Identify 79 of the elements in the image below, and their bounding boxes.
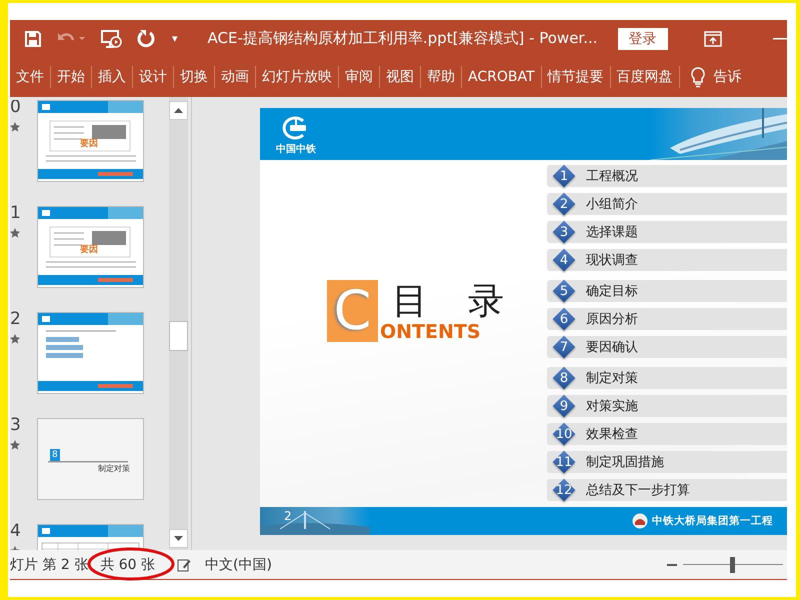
thumbnail-label: 要因 xyxy=(80,138,98,150)
ribbon-tab[interactable]: 审阅 xyxy=(339,66,380,88)
item-number: 7 xyxy=(552,336,576,358)
item-number: 3 xyxy=(552,221,576,243)
item-number: 9 xyxy=(552,395,576,417)
minimize-icon[interactable] xyxy=(773,36,787,40)
animation-star-icon xyxy=(10,122,20,132)
scroll-up-button[interactable] xyxy=(169,101,188,120)
repeat-icon[interactable] xyxy=(136,28,156,48)
item-number: 6 xyxy=(552,308,576,330)
animation-star-icon xyxy=(10,228,20,238)
customize-menu[interactable]: ▾ xyxy=(172,32,178,45)
ribbon-tab[interactable]: ACROBAT xyxy=(462,66,542,88)
animation-star-icon xyxy=(10,334,20,344)
item-number: 11 xyxy=(552,451,576,473)
ribbon-tab[interactable]: 设计 xyxy=(133,66,174,88)
ribbon-display-icon[interactable] xyxy=(704,30,722,46)
ribbon-tab[interactable]: 幻灯片放映 xyxy=(256,66,339,88)
language-indicator[interactable]: 中文(中国) xyxy=(204,556,272,574)
company-name: 中铁大桥局集团第一工程 xyxy=(652,514,773,528)
slide-title: 目 xyxy=(392,282,428,322)
slide-number: 3 xyxy=(10,418,21,432)
tell-me-field[interactable]: 告诉 xyxy=(714,68,742,86)
slide-position: 灯片 第 2 张 xyxy=(10,556,88,574)
slide-number: 4 xyxy=(10,524,21,538)
item-label: 选择课题 xyxy=(586,224,638,241)
ribbon-tab[interactable]: 视图 xyxy=(380,66,421,88)
item-number: 5 xyxy=(552,280,576,302)
zoom-out-icon[interactable] xyxy=(667,562,677,566)
item-number: 10 xyxy=(552,423,576,445)
item-number: 1 xyxy=(552,165,576,187)
item-label: 制定巩固措施 xyxy=(586,454,664,471)
save-icon[interactable] xyxy=(24,30,42,48)
item-label: 确定目标 xyxy=(586,283,638,300)
item-number: 4 xyxy=(552,249,576,271)
item-label: 制定对策 xyxy=(586,370,638,387)
ribbon-tab[interactable]: 情节提要 xyxy=(542,66,610,88)
item-number: 8 xyxy=(552,367,576,389)
item-label: 要因确认 xyxy=(586,339,638,356)
item-number: 2 xyxy=(552,193,576,215)
slide-subtitle: ONTENTS xyxy=(380,322,482,342)
item-label: 原因分析 xyxy=(586,311,638,328)
title-letter: C xyxy=(334,284,372,338)
logo-text: 中国中铁 xyxy=(276,142,316,156)
item-label: 小组简介 xyxy=(586,196,638,213)
ribbon-tab[interactable]: 插入 xyxy=(92,66,133,88)
ribbon-tab[interactable]: 帮助 xyxy=(421,66,462,88)
ribbon-tab[interactable]: 百度网盘 xyxy=(610,66,680,88)
thumbnail-label: 要因 xyxy=(80,244,98,256)
slide-title: 录 xyxy=(468,282,504,322)
section-number: 8 xyxy=(50,449,60,461)
item-label: 对策实施 xyxy=(586,398,638,415)
slide-count: 共 60 张 xyxy=(100,556,155,572)
ribbon-tab[interactable]: 动画 xyxy=(215,66,256,88)
slide-thumbnail[interactable]: 要因 xyxy=(37,100,144,182)
ribbon-tab[interactable]: 文件 xyxy=(10,66,51,88)
slide-thumbnail[interactable]: 8 制定对策 xyxy=(37,418,144,500)
notes-icon[interactable] xyxy=(176,558,191,572)
item-label: 工程概况 xyxy=(586,168,638,185)
slide-number: 1 xyxy=(10,206,21,220)
item-label: 总结及下一步打算 xyxy=(586,482,690,499)
ribbon-tab[interactable]: 切换 xyxy=(174,66,215,88)
item-number: 12 xyxy=(552,479,576,501)
scroll-thumb[interactable] xyxy=(169,321,188,351)
zoom-thumb[interactable] xyxy=(730,556,735,572)
scroll-down-button[interactable] xyxy=(169,529,188,548)
item-label: 现状调查 xyxy=(586,252,638,269)
slide-thumbnail[interactable]: 要因 xyxy=(37,206,144,288)
presentation-icon[interactable] xyxy=(100,28,122,48)
section-title: 制定对策 xyxy=(98,463,130,474)
item-label: 效果检查 xyxy=(586,426,638,443)
company-logo-icon xyxy=(632,513,648,529)
page-number: 2 xyxy=(284,509,292,523)
login-button[interactable]: 登录 xyxy=(618,28,668,50)
window-title: ACE-提高钢结构原材加工利用率.ppt[兼容模式] - Power... xyxy=(208,29,598,48)
lightbulb-icon[interactable] xyxy=(690,66,706,88)
animation-star-icon xyxy=(10,440,20,450)
ribbon-tab[interactable]: 开始 xyxy=(51,66,92,88)
slide-number: 2 xyxy=(10,312,21,326)
